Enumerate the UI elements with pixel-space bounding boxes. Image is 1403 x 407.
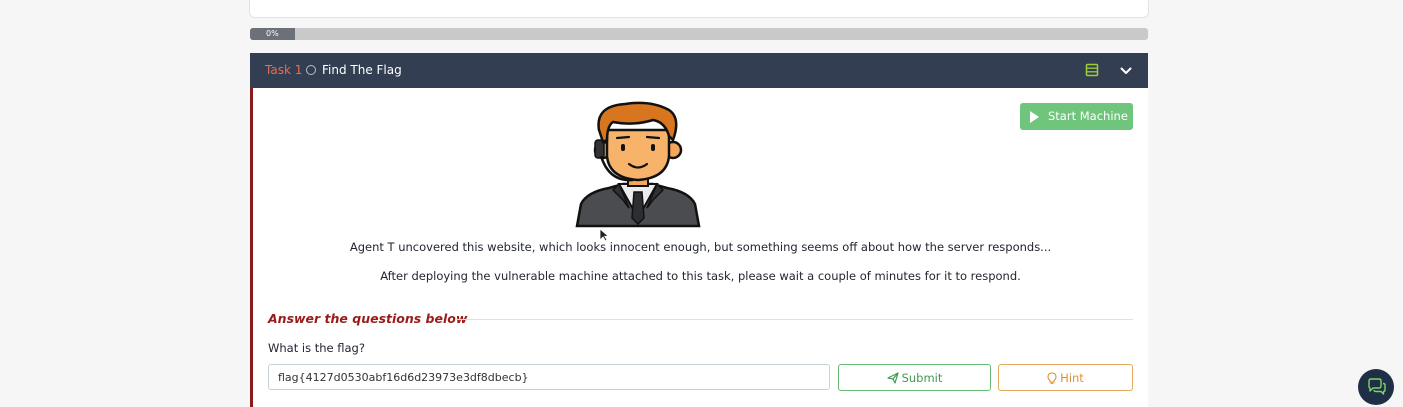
- chevron-down-icon[interactable]: [1119, 64, 1133, 78]
- answer-input[interactable]: [268, 364, 830, 390]
- agent-illustration: [575, 101, 701, 228]
- play-icon: [1030, 111, 1039, 123]
- progress-label: 0%: [266, 29, 279, 38]
- task-title: Find The Flag: [322, 63, 402, 77]
- list-icon[interactable]: [1085, 63, 1099, 77]
- start-machine-label: Start Machine: [1048, 109, 1128, 123]
- paper-plane-icon: [886, 372, 899, 384]
- hint-label: Hint: [1060, 371, 1084, 385]
- start-machine-button[interactable]: Start Machine: [1020, 103, 1133, 130]
- chat-support-button[interactable]: [1358, 369, 1394, 405]
- task-number: Task 1: [265, 63, 303, 77]
- hint-button[interactable]: Hint: [998, 364, 1133, 391]
- progress-bar: 0%: [250, 28, 1148, 40]
- submit-button[interactable]: Submit: [838, 364, 991, 391]
- task-header[interactable]: Task 1 Find The Flag: [250, 53, 1148, 88]
- submit-label: Submit: [901, 371, 943, 385]
- answers-heading: Answer the questions below: [268, 311, 468, 326]
- task-description-2: After deploying the vulnerable machine a…: [380, 269, 1021, 283]
- task-card: Task 1 Find The Flag Start Machine Agent…: [250, 53, 1148, 407]
- chat-icon: [1368, 378, 1386, 395]
- heading-divider: [455, 319, 1133, 320]
- lightbulb-icon: [1047, 372, 1057, 384]
- task-body: Start Machine Agent T uncovered this web…: [250, 88, 1148, 407]
- task-status-circle-icon: [306, 65, 316, 75]
- progress-fill: 0%: [250, 28, 295, 40]
- question-label: What is the flag?: [268, 341, 365, 355]
- task-description-1: Agent T uncovered this website, which lo…: [349, 240, 1052, 254]
- previous-card: [249, 0, 1149, 18]
